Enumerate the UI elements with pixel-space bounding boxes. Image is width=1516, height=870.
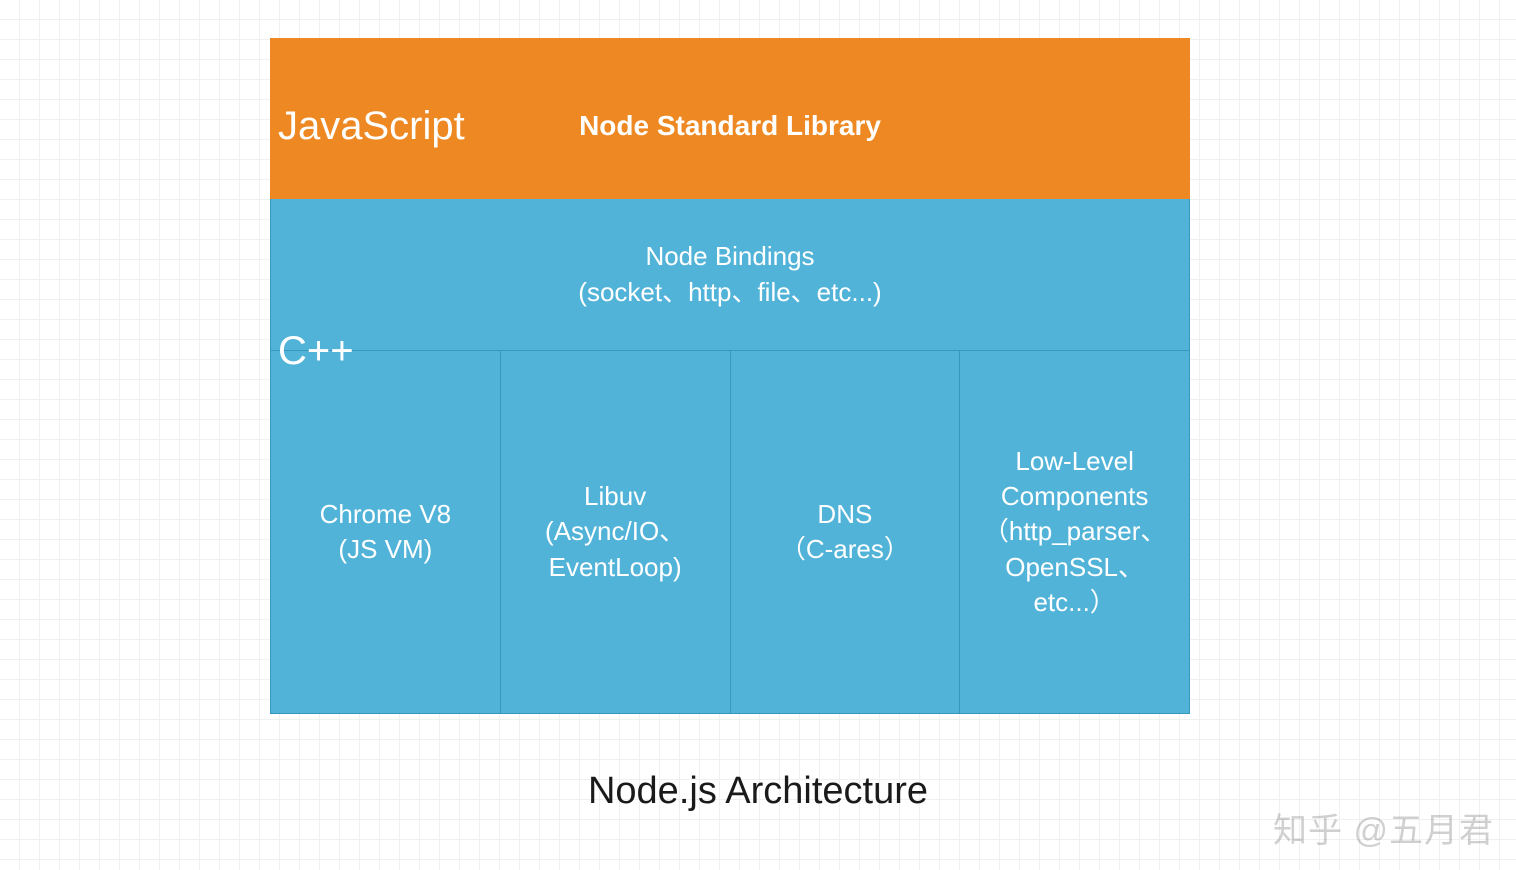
language-label-cpp: C++ bbox=[278, 329, 354, 374]
watermark-text: 知乎 @五月君 bbox=[1273, 803, 1494, 852]
component-libuv: Libuv (Async/IO、 EventLoop) bbox=[501, 351, 731, 714]
component-v8: Chrome V8 (JS VM) bbox=[270, 351, 501, 714]
cpp-components-row: Chrome V8 (JS VM) Libuv (Async/IO、 Event… bbox=[270, 351, 1190, 714]
node-bindings-box: Node Bindings (socket、http、file、etc...) bbox=[270, 199, 1190, 351]
layer-cpp: C++ Node Bindings (socket、http、file、etc.… bbox=[270, 199, 1190, 714]
component-libuv-line2: (Async/IO、 bbox=[545, 514, 685, 549]
diagram-canvas: JavaScript Node Standard Library C++ Nod… bbox=[270, 38, 1190, 714]
component-libuv-line3: EventLoop) bbox=[549, 550, 682, 585]
component-v8-line1: Chrome V8 bbox=[320, 497, 452, 532]
component-lowlevel-line4: OpenSSL、 bbox=[1005, 550, 1144, 585]
layer-javascript: JavaScript Node Standard Library bbox=[270, 38, 1190, 199]
node-bindings-line2: (socket、http、file、etc...) bbox=[578, 275, 881, 310]
component-lowlevel: Low-Level Components （http_parser、 OpenS… bbox=[960, 351, 1190, 714]
node-standard-library-title: Node Standard Library bbox=[270, 110, 1190, 142]
component-dns-line2: （C-ares） bbox=[780, 532, 910, 567]
component-lowlevel-line5: etc...） bbox=[1033, 585, 1115, 620]
component-v8-line2: (JS VM) bbox=[338, 532, 432, 567]
component-dns: DNS （C-ares） bbox=[731, 351, 961, 714]
node-bindings-line1: Node Bindings bbox=[645, 239, 814, 274]
component-lowlevel-line2: Components bbox=[1001, 479, 1148, 514]
component-libuv-line1: Libuv bbox=[584, 479, 646, 514]
component-lowlevel-line1: Low-Level bbox=[1015, 444, 1134, 479]
component-lowlevel-line3: （http_parser、 bbox=[983, 514, 1167, 549]
component-dns-line1: DNS bbox=[817, 497, 872, 532]
